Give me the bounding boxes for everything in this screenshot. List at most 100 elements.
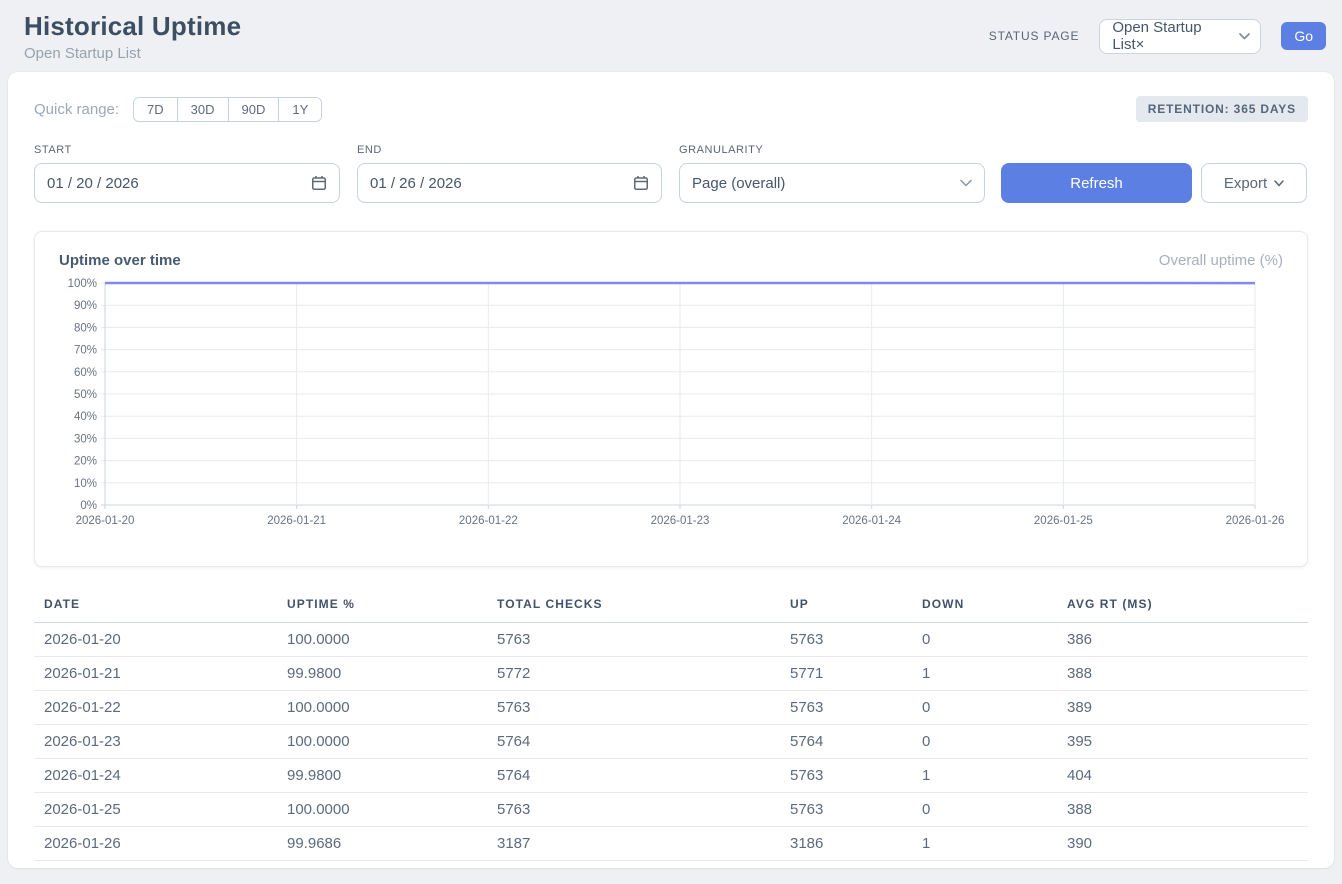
table-cell: 5763 (497, 623, 790, 657)
table-row: 2026-01-2199.9800577257711388 (34, 657, 1308, 691)
refresh-button[interactable]: Refresh (1001, 163, 1192, 203)
svg-text:10%: 10% (74, 478, 97, 490)
table-row: 2026-01-20100.0000576357630386 (34, 623, 1308, 657)
table-cell: 100.0000 (287, 691, 497, 725)
table-cell: 1 (922, 827, 1067, 861)
table-cell: 389 (1067, 691, 1308, 725)
svg-text:2026-01-25: 2026-01-25 (1034, 515, 1093, 527)
table-cell: 3187 (497, 827, 790, 861)
table-header-row: DATEUPTIME %TOTAL CHECKSUPDOWNAVG RT (MS… (34, 591, 1308, 623)
table-cell: 388 (1067, 793, 1308, 827)
svg-text:2026-01-21: 2026-01-21 (267, 515, 326, 527)
page-subtitle: Open Startup List (24, 45, 241, 62)
start-date-input[interactable]: 01 / 20 / 2026 (34, 163, 340, 203)
table-cell: 100.0000 (287, 623, 497, 657)
table-cell: 0 (922, 725, 1067, 759)
table-cell: 390 (1067, 827, 1308, 861)
table-cell: 99.9800 (287, 657, 497, 691)
chart-card: Uptime over time Overall uptime (%) 0%10… (34, 231, 1308, 567)
table-cell: 5764 (790, 725, 922, 759)
calendar-icon[interactable] (311, 175, 327, 191)
table-cell: 5772 (497, 657, 790, 691)
status-page-label: STATUS PAGE (989, 29, 1080, 43)
quick-range-7d[interactable]: 7D (134, 98, 177, 121)
column-header: UPTIME % (287, 591, 497, 623)
table-cell: 5763 (497, 793, 790, 827)
table-cell: 1 (922, 657, 1067, 691)
granularity-select[interactable]: Page (overall) (679, 163, 985, 203)
uptime-table-wrap: DATEUPTIME %TOTAL CHECKSUPDOWNAVG RT (MS… (34, 591, 1308, 861)
retention-badge: RETENTION: 365 DAYS (1136, 96, 1308, 122)
status-page-controls: STATUS PAGE Open Startup List× Go (989, 19, 1326, 54)
quick-range-group: 7D 30D 90D 1Y (133, 97, 322, 122)
table-cell: 5771 (790, 657, 922, 691)
table-cell: 2026-01-26 (34, 827, 287, 861)
table-cell: 404 (1067, 759, 1308, 793)
granularity-selected-value: Page (overall) (692, 175, 785, 192)
start-label: START (34, 144, 340, 156)
table-cell: 5763 (790, 793, 922, 827)
table-cell: 2026-01-24 (34, 759, 287, 793)
table-cell: 395 (1067, 725, 1308, 759)
table-cell: 2026-01-25 (34, 793, 287, 827)
export-button-label: Export (1224, 175, 1267, 192)
quick-range-1y[interactable]: 1Y (278, 98, 321, 121)
granularity-label: GRANULARITY (679, 144, 985, 156)
table-cell: 0 (922, 691, 1067, 725)
quick-range-30d[interactable]: 30D (177, 98, 228, 121)
svg-text:50%: 50% (74, 389, 97, 401)
svg-text:40%: 40% (74, 411, 97, 423)
quick-range-label: Quick range: (34, 101, 119, 118)
chevron-down-icon (1239, 33, 1250, 40)
start-date-value: 01 / 20 / 2026 (47, 175, 139, 192)
table-cell: 5763 (497, 691, 790, 725)
export-button[interactable]: Export (1201, 163, 1307, 203)
table-cell: 5764 (497, 759, 790, 793)
table-cell: 0 (922, 793, 1067, 827)
svg-text:70%: 70% (74, 345, 97, 357)
calendar-icon[interactable] (633, 175, 649, 191)
uptime-table: DATEUPTIME %TOTAL CHECKSUPDOWNAVG RT (MS… (34, 591, 1308, 861)
chevron-down-icon (960, 179, 972, 187)
svg-text:2026-01-23: 2026-01-23 (651, 515, 710, 527)
svg-text:80%: 80% (74, 322, 97, 334)
svg-text:20%: 20% (74, 456, 97, 468)
quick-range-90d[interactable]: 90D (228, 98, 279, 121)
table-cell: 99.9686 (287, 827, 497, 861)
column-header: TOTAL CHECKS (497, 591, 790, 623)
table-cell: 386 (1067, 623, 1308, 657)
status-page-selected-value: Open Startup List× (1112, 19, 1233, 53)
table-row: 2026-01-22100.0000576357630389 (34, 691, 1308, 725)
table-cell: 388 (1067, 657, 1308, 691)
table-row: 2026-01-2499.9800576457631404 (34, 759, 1308, 793)
table-cell: 2026-01-21 (34, 657, 287, 691)
filter-row: START 01 / 20 / 2026 END 01 / 26 / 2026 (34, 144, 1308, 203)
svg-text:100%: 100% (68, 278, 97, 290)
status-page-select[interactable]: Open Startup List× (1099, 19, 1261, 54)
svg-text:2026-01-26: 2026-01-26 (1226, 515, 1285, 527)
table-cell: 99.9800 (287, 759, 497, 793)
table-cell: 5763 (790, 759, 922, 793)
table-row: 2026-01-2699.9686318731861390 (34, 827, 1308, 861)
main-panel: Quick range: 7D 30D 90D 1Y RETENTION: 36… (8, 72, 1334, 868)
uptime-line-chart: 0%10%20%30%40%50%60%70%80%90%100%2026-01… (59, 277, 1285, 539)
end-date-value: 01 / 26 / 2026 (370, 175, 462, 192)
table-cell: 2026-01-20 (34, 623, 287, 657)
svg-text:2026-01-24: 2026-01-24 (842, 515, 901, 527)
table-cell: 100.0000 (287, 725, 497, 759)
svg-text:60%: 60% (74, 367, 97, 379)
table-cell: 3186 (790, 827, 922, 861)
chart-legend: Overall uptime (%) (1159, 252, 1283, 269)
svg-text:90%: 90% (74, 300, 97, 312)
table-cell: 2026-01-23 (34, 725, 287, 759)
end-label: END (357, 144, 662, 156)
column-header: AVG RT (MS) (1067, 591, 1308, 623)
chart-title: Uptime over time (59, 252, 181, 269)
end-date-input[interactable]: 01 / 26 / 2026 (357, 163, 662, 203)
go-button[interactable]: Go (1281, 22, 1326, 50)
table-cell: 5764 (497, 725, 790, 759)
table-cell: 2026-01-22 (34, 691, 287, 725)
page-heading-block: Historical Uptime Open Startup List (24, 11, 241, 62)
svg-text:2026-01-22: 2026-01-22 (459, 515, 518, 527)
chevron-down-icon (1274, 180, 1284, 187)
